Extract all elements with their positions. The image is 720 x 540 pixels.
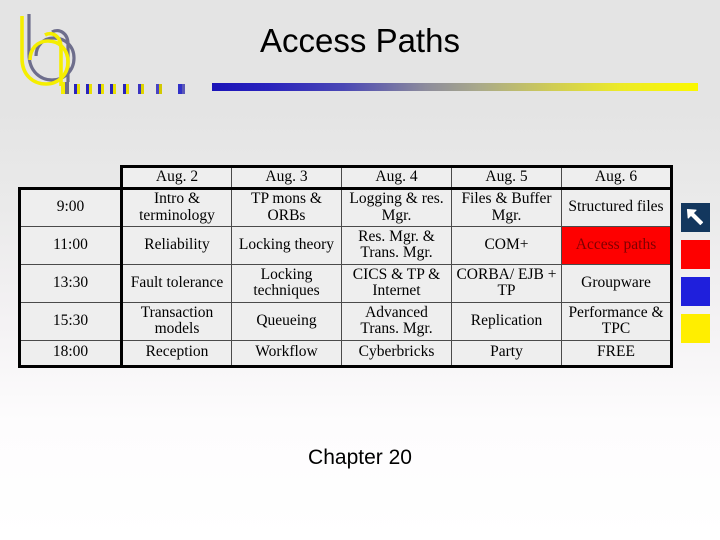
cell-aug6-18-00: FREE <box>561 339 673 368</box>
cell-aug4-18-00: Cyberbricks <box>341 339 452 368</box>
row-time-15-30: 15:30 <box>18 301 123 341</box>
cell-aug3-13-30: Locking techniques <box>231 263 342 303</box>
cell-aug5-15-30: Replication <box>451 301 562 341</box>
cell-aug4-15-30: Advanced Trans. Mgr. <box>341 301 452 341</box>
column-header-aug-4: Aug. 4 <box>341 165 452 190</box>
row-time-18-00: 18:00 <box>18 339 123 368</box>
cell-aug5-9-00: Files & Buffer Mgr. <box>451 186 562 227</box>
cell-aug3-11-00: Locking theory <box>231 225 342 265</box>
table-header-row: Aug. 2 Aug. 3 Aug. 4 Aug. 5 Aug. 6 <box>20 165 673 190</box>
cell-aug5-11-00: COM+ <box>451 225 562 265</box>
cell-aug3-15-30: Queueing <box>231 301 342 341</box>
blue-swatch[interactable] <box>681 277 710 306</box>
red-swatch[interactable] <box>681 240 710 269</box>
table-row: 11:00 Reliability Locking theory Res. Mg… <box>18 225 673 265</box>
column-header-aug-3: Aug. 3 <box>231 165 342 190</box>
table-row: 9:00 Intro & terminology TP mons & ORBs … <box>18 186 673 227</box>
cell-aug4-11-00: Res. Mgr. & Trans. Mgr. <box>341 225 452 265</box>
cell-aug5-13-30: CORBA/ EJB + TP <box>451 263 562 303</box>
row-time-13-30: 13:30 <box>18 263 123 303</box>
table-row: 15:30 Transaction models Queueing Advanc… <box>18 301 673 341</box>
page-title: Access Paths <box>260 22 460 59</box>
cell-aug4-13-30: CICS & TP & Internet <box>341 263 452 303</box>
title-divider-rule <box>212 83 698 91</box>
chapter-label: Chapter 20 <box>308 446 412 469</box>
cell-aug6-15-30: Performance & TPC <box>561 301 673 341</box>
pointer-swatch[interactable] <box>681 203 710 232</box>
row-time-9-00: 9:00 <box>18 186 123 227</box>
cell-aug6-11-00-highlighted: Access paths <box>561 225 673 265</box>
column-header-aug-2: Aug. 2 <box>120 165 232 190</box>
column-header-aug-5: Aug. 5 <box>451 165 562 190</box>
schedule-table: Aug. 2 Aug. 3 Aug. 4 Aug. 5 Aug. 6 9:00 … <box>18 165 673 368</box>
cell-aug2-18-00: Reception <box>121 339 232 368</box>
cell-aug2-15-30: Transaction models <box>121 301 232 341</box>
cell-aug2-11-00: Reliability <box>121 225 232 265</box>
cell-aug3-18-00: Workflow <box>231 339 342 368</box>
yellow-swatch[interactable] <box>681 314 710 343</box>
cell-aug3-9-00: TP mons & ORBs <box>231 186 342 227</box>
swatch-palette <box>681 203 711 351</box>
table-corner-cell <box>20 167 122 189</box>
arrow-up-left-icon <box>686 208 704 226</box>
cell-aug2-13-30: Fault tolerance <box>121 263 232 303</box>
cell-aug4-9-00: Logging & res. Mgr. <box>341 186 452 227</box>
cell-aug6-13-30: Groupware <box>561 263 673 303</box>
cell-aug6-9-00: Structured files <box>561 186 673 227</box>
row-time-11-00: 11:00 <box>18 225 123 265</box>
cell-aug2-9-00: Intro & terminology <box>121 186 232 227</box>
table-row: 13:30 Fault tolerance Locking techniques… <box>18 263 673 303</box>
table-row: 18:00 Reception Workflow Cyberbricks Par… <box>18 339 673 368</box>
column-header-aug-6: Aug. 6 <box>561 165 673 190</box>
cell-aug5-18-00: Party <box>451 339 562 368</box>
